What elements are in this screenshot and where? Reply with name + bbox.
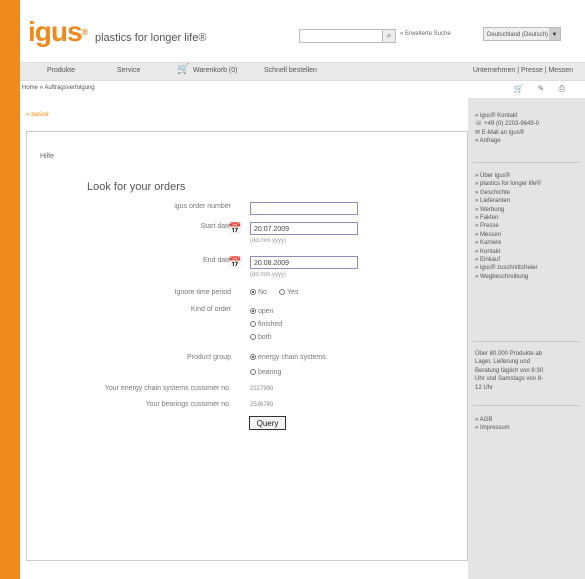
form-title: Look for your orders <box>87 181 186 193</box>
bearing-customer-number-label: Your bearings customer no. <box>145 401 231 408</box>
nav-service[interactable]: Service <box>117 67 140 74</box>
sidebar-item-directions[interactable]: » Wegbeschreibung <box>475 273 541 281</box>
help-link[interactable]: Hilfe <box>40 153 54 160</box>
back-link[interactable]: « zurück <box>26 112 49 118</box>
time-period-yes-label: Yes <box>287 289 299 296</box>
radio-selected-icon[interactable] <box>250 354 256 361</box>
end-date-hint: (dd.mm.yyyy) <box>250 272 286 278</box>
product-group-chain-radio[interactable]: energy chain systems <box>250 354 326 361</box>
sidebar-info-line: Beratung täglich von 6:30 <box>475 367 544 374</box>
order-kind-both-label: both <box>258 334 272 341</box>
sidebar-item-contact[interactable]: » Kontakt <box>475 248 541 256</box>
order-kind-both-radio[interactable]: both <box>250 334 272 341</box>
product-group-bearing-radio[interactable]: bearing <box>250 369 281 376</box>
search-icon[interactable]: ⌕ <box>382 29 396 43</box>
igus-logo[interactable]: igus® <box>28 16 89 47</box>
time-period-no-label: No <box>258 289 267 296</box>
sidebar-info-line: Über 80.000 Produkte ab <box>475 351 543 357</box>
end-date-label: End date <box>202 257 231 264</box>
product-group-chain-label: energy chain systems <box>258 354 326 361</box>
page-tools-icons[interactable]: 🛒 ✎ ⎙ <box>513 84 571 94</box>
cart-icon[interactable]: 🛒 <box>177 64 189 75</box>
top-links[interactable]: Unternehmen | Presse | Messen <box>473 67 573 74</box>
sidebar-info: Über 80.000 Produkte ab Lager, Lieferung… <box>475 350 543 392</box>
sidebar-info-line: Uhr und Samstags von 8- <box>475 376 544 383</box>
sidebar-item-suppliers[interactable]: » Lieferanten <box>475 197 541 205</box>
order-search-panel: Hilfe Look for your orders igus order nu… <box>26 131 468 561</box>
calendar-icon[interactable]: 📅 <box>228 256 243 270</box>
radio-selected-icon[interactable] <box>250 289 256 296</box>
advanced-search-link[interactable]: » Erweiterte Suche <box>400 31 451 37</box>
tagline: plastics for longer life® <box>95 32 207 44</box>
radio-icon[interactable] <box>250 369 256 376</box>
sidebar-contact: » igus® Kontakt ☏ +49 (0) 2203-9649-0 ✉ … <box>475 112 539 146</box>
breadcrumb[interactable]: Home » Auftragsverfolgung <box>22 85 95 91</box>
start-date-input[interactable]: 20.07.2009 <box>250 222 358 235</box>
nav-quick-order[interactable]: Schnell bestellen <box>264 67 317 74</box>
sidebar-links: » Über igus® » plastics for longer life®… <box>475 172 541 281</box>
sidebar-divider <box>473 341 580 342</box>
bearing-customer-number-value: 2536780 <box>250 402 274 408</box>
main-nav: Produkte Service 🛒 Warenkorb (0) Schnell… <box>20 62 585 81</box>
sidebar-info-line: Lager, Lieferung und <box>475 359 531 366</box>
sidebar-divider <box>473 405 580 406</box>
breadcrumb-row: Home » Auftragsverfolgung 🛒 ✎ ⎙ <box>20 84 585 96</box>
product-group-bearing-label: bearing <box>258 369 282 376</box>
time-period-no-radio[interactable]: No <box>250 289 267 296</box>
energy-customer-number-label: Your energy chain systems customer no. <box>104 385 231 392</box>
sidebar-item-advertising[interactable]: » Werbung <box>475 206 541 214</box>
sidebar-item-fairs[interactable]: » Messen <box>475 231 541 239</box>
sidebar-item-plastics[interactable]: » plastics for longer life® <box>475 180 541 188</box>
time-period-yes-radio[interactable]: Yes <box>279 289 298 296</box>
order-kind-finished-label: finished <box>258 321 283 328</box>
sidebar-item-facts[interactable]: » Fakten <box>475 214 541 222</box>
header: igus® plastics for longer life® ⌕ » Erwe… <box>20 0 585 60</box>
order-kind-label: Kind of order <box>190 306 231 313</box>
start-date-label: Start date <box>200 223 231 230</box>
product-group-label: Product group <box>187 354 231 361</box>
logo-text: igus <box>28 16 83 47</box>
order-kind-open-radio[interactable]: open <box>250 308 274 315</box>
start-date-hint: (dd.mm.yyyy) <box>250 238 286 244</box>
page: igus® plastics for longer life® ⌕ » Erwe… <box>20 0 585 579</box>
igus-order-label: igus order number <box>174 203 231 210</box>
query-button[interactable]: Query <box>249 416 286 430</box>
nav-products[interactable]: Produkte <box>47 67 75 74</box>
inquiry-link[interactable]: » Anfrage <box>475 137 539 145</box>
time-period-label: Ignore time period <box>174 289 231 296</box>
sidebar-footer-links: » AGB » Impressum <box>475 416 510 433</box>
end-date-input[interactable]: 20.08.2009 <box>250 256 358 269</box>
radio-selected-icon[interactable] <box>250 308 256 315</box>
sidebar-contact-link[interactable]: » igus® Kontakt <box>475 112 539 120</box>
sidebar-item-cutting[interactable]: » igus® zuschnittsfreier <box>475 264 541 272</box>
language-value: Deutschland (Deutsch) <box>487 32 549 38</box>
radio-icon[interactable] <box>250 334 256 341</box>
sidebar-item-career[interactable]: » Karriere <box>475 239 541 247</box>
language-select[interactable]: Deutschland (Deutsch) ▼ <box>483 27 561 41</box>
energy-customer-number-value: 2227990 <box>250 386 274 392</box>
sidebar-item-press[interactable]: » Presse <box>475 222 541 230</box>
order-kind-finished-radio[interactable]: finished <box>250 321 282 328</box>
calendar-icon[interactable]: 📅 <box>228 222 243 236</box>
sidebar-item-history[interactable]: » Geschichte <box>475 189 541 197</box>
sidebar-item-about[interactable]: » Über igus® <box>475 172 541 180</box>
chevron-down-icon[interactable]: ▼ <box>549 28 560 40</box>
email-link[interactable]: ✉ E-Mail an igus® <box>475 129 539 137</box>
sidebar: » igus® Kontakt ☏ +49 (0) 2203-9649-0 ✉ … <box>468 98 585 579</box>
radio-icon[interactable] <box>250 321 256 328</box>
logo-mark: ® <box>81 27 89 37</box>
search-input[interactable] <box>299 29 383 43</box>
terms-link[interactable]: » AGB <box>475 416 510 424</box>
sidebar-info-line: 12 Uhr <box>475 384 494 391</box>
nav-cart[interactable]: Warenkorb (0) <box>193 67 237 74</box>
imprint-link[interactable]: » Impressum <box>475 424 510 432</box>
igus-order-input[interactable] <box>250 202 358 215</box>
radio-icon[interactable] <box>279 289 285 296</box>
sidebar-item-purchase[interactable]: » Einkauf <box>475 256 541 264</box>
phone-number: ☏ +49 (0) 2203-9649-0 <box>475 121 540 128</box>
order-kind-open-label: open <box>258 308 274 315</box>
sidebar-divider <box>473 162 580 163</box>
